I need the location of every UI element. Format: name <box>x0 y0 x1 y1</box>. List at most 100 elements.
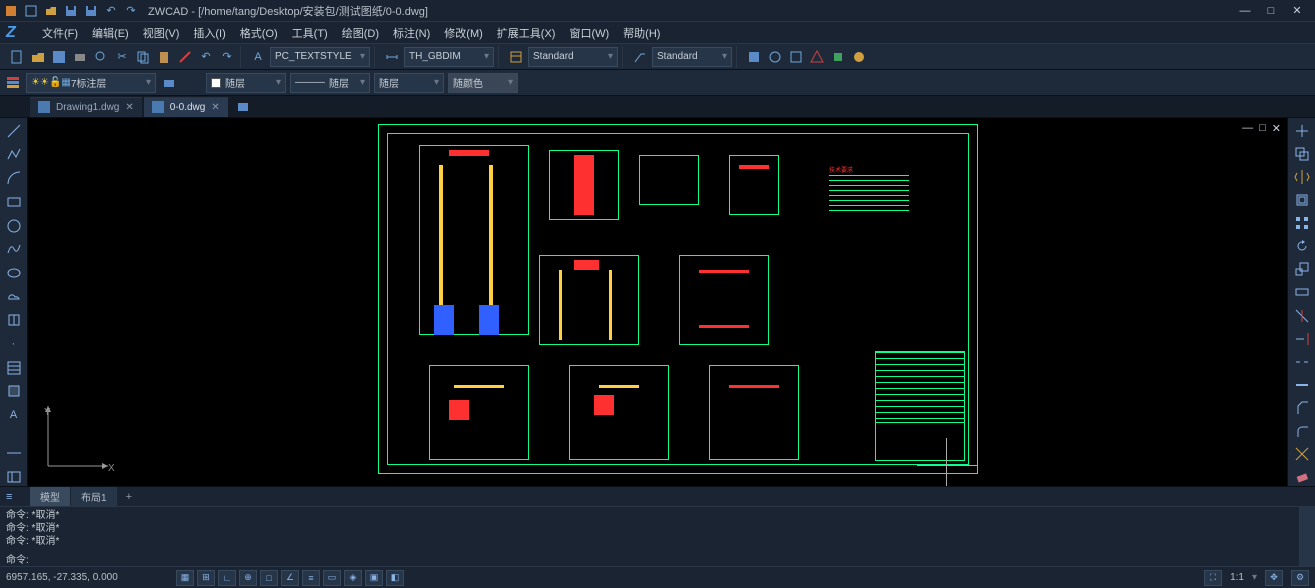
qp-toggle-icon[interactable]: ◧ <box>386 570 404 586</box>
preview-icon[interactable] <box>92 48 110 66</box>
polyline-tool-icon[interactable] <box>4 146 24 164</box>
menu-view[interactable]: 视图(V) <box>137 23 186 43</box>
copy-icon[interactable] <box>134 48 152 66</box>
lwt-toggle-icon[interactable]: ≡ <box>302 570 320 586</box>
match-icon[interactable] <box>176 48 194 66</box>
copy-tool-icon[interactable] <box>1292 145 1312 162</box>
tool-icon-5[interactable] <box>829 48 847 66</box>
array-tool-icon[interactable] <box>1292 215 1312 232</box>
grid-toggle-icon[interactable]: ▦ <box>176 570 194 586</box>
mirror-tool-icon[interactable] <box>1292 168 1312 185</box>
mleader-dropdown[interactable]: Standard▾ <box>652 47 732 67</box>
circle-tool-icon[interactable] <box>4 217 24 235</box>
ellipse-tool-icon[interactable] <box>4 264 24 282</box>
scale-label[interactable]: 1:1 <box>1230 572 1244 583</box>
menu-draw[interactable]: 绘图(D) <box>336 23 385 43</box>
layer-dropdown[interactable]: ☀☀🔓▦ 7标注层▾ <box>26 73 156 93</box>
command-scrollbar[interactable] <box>1299 507 1315 566</box>
menu-dimension[interactable]: 标注(N) <box>387 23 436 43</box>
redo-icon-2[interactable]: ↷ <box>218 48 236 66</box>
region-tool-icon[interactable] <box>4 382 24 400</box>
textstyle-dropdown[interactable]: PC_TEXTSTYLE▾ <box>270 47 370 67</box>
offset-tool-icon[interactable] <box>1292 191 1312 208</box>
hatch-tool-icon[interactable] <box>4 359 24 377</box>
dimstyle-icon[interactable] <box>383 48 401 66</box>
lineweight-dropdown[interactable]: 随层▾ <box>374 73 444 93</box>
layout-menu-icon[interactable]: ≡ <box>6 491 12 503</box>
model-tab[interactable]: 模型 <box>30 487 70 506</box>
save-icon[interactable] <box>64 4 78 18</box>
menu-help[interactable]: 帮助(H) <box>617 23 666 43</box>
maximize-button[interactable]: □ <box>1263 3 1279 19</box>
break-tool-icon[interactable] <box>1292 353 1312 370</box>
minimize-button[interactable]: — <box>1237 3 1253 19</box>
polar-toggle-icon[interactable]: ⊕ <box>239 570 257 586</box>
rotate-tool-icon[interactable] <box>1292 238 1312 255</box>
menu-file[interactable]: 文件(F) <box>36 23 84 43</box>
linetype-dropdown[interactable]: ———随层▾ <box>290 73 370 93</box>
chamfer-tool-icon[interactable] <box>1292 400 1312 417</box>
point-tool-icon[interactable]: · <box>4 335 24 353</box>
tool-icon-2[interactable] <box>766 48 784 66</box>
undo-icon-2[interactable]: ↶ <box>197 48 215 66</box>
close-tab-icon[interactable]: ✕ <box>211 102 219 113</box>
menu-window[interactable]: 窗口(W) <box>563 23 615 43</box>
annotation-visibility-icon[interactable]: ✥ <box>1265 570 1283 586</box>
xline-tool-icon[interactable] <box>4 445 24 463</box>
tablestyle-dropdown[interactable]: Standard▾ <box>528 47 618 67</box>
save-doc-icon[interactable] <box>50 48 68 66</box>
menu-tools[interactable]: 工具(T) <box>286 23 334 43</box>
trim-tool-icon[interactable] <box>1292 307 1312 324</box>
tool-icon-3[interactable] <box>787 48 805 66</box>
new-doc-icon[interactable] <box>8 48 26 66</box>
explode-tool-icon[interactable] <box>1292 446 1312 463</box>
command-input-row[interactable]: 命令: <box>0 550 1299 566</box>
extend-tool-icon[interactable] <box>1292 330 1312 347</box>
workspace-switch-icon[interactable]: ⚙ <box>1291 570 1309 586</box>
menu-edit[interactable]: 编辑(E) <box>86 23 135 43</box>
add-layout-icon[interactable]: + <box>118 489 140 505</box>
save-icon-2[interactable] <box>84 4 98 18</box>
dyn-toggle-icon[interactable]: ▭ <box>323 570 341 586</box>
plotstyle-dropdown[interactable]: 随颜色▾ <box>448 73 518 93</box>
close-tab-icon[interactable]: ✕ <box>125 102 133 113</box>
annotation-scale-icon[interactable]: ⛶ <box>1204 570 1222 586</box>
spline-tool-icon[interactable] <box>4 240 24 258</box>
ortho-toggle-icon[interactable]: ∟ <box>218 570 236 586</box>
join-tool-icon[interactable] <box>1292 376 1312 393</box>
rect-tool-icon[interactable] <box>4 193 24 211</box>
mleader-icon[interactable] <box>631 48 649 66</box>
scale-tool-icon[interactable] <box>1292 261 1312 278</box>
tool-icon-4[interactable] <box>808 48 826 66</box>
model-toggle-icon[interactable]: ▣ <box>365 570 383 586</box>
tool-icon-6[interactable] <box>850 48 868 66</box>
open-doc-icon[interactable] <box>29 48 47 66</box>
block-tool-icon[interactable] <box>4 311 24 329</box>
erase-tool-icon[interactable] <box>1292 469 1312 486</box>
viewport-close-icon[interactable]: ✕ <box>1272 122 1281 135</box>
doc-tab-drawing1[interactable]: Drawing1.dwg ✕ <box>30 97 142 117</box>
drawing-canvas[interactable]: — □ ✕ 技术要求 <box>28 118 1287 486</box>
textstyle-icon[interactable]: A <box>249 48 267 66</box>
stretch-tool-icon[interactable] <box>1292 284 1312 301</box>
text-tool-icon[interactable]: A <box>4 406 24 424</box>
move-tool-icon[interactable] <box>1292 122 1312 139</box>
paste-icon[interactable] <box>155 48 173 66</box>
snap-toggle-icon[interactable]: ⊞ <box>197 570 215 586</box>
close-button[interactable]: ✕ <box>1289 3 1305 19</box>
tablestyle-icon[interactable] <box>507 48 525 66</box>
new-icon[interactable] <box>24 4 38 18</box>
menu-insert[interactable]: 插入(I) <box>187 23 231 43</box>
dimstyle-dropdown[interactable]: TH_GBDIM▾ <box>404 47 494 67</box>
menu-format[interactable]: 格式(O) <box>234 23 284 43</box>
table-tool-icon[interactable] <box>4 468 24 486</box>
otrack-toggle-icon[interactable]: ∠ <box>281 570 299 586</box>
open-icon[interactable] <box>44 4 58 18</box>
redo-icon[interactable]: ↷ <box>124 4 138 18</box>
print-icon[interactable] <box>71 48 89 66</box>
tool-icon-1[interactable] <box>745 48 763 66</box>
arc-tool-icon[interactable] <box>4 169 24 187</box>
layout1-tab[interactable]: 布局1 <box>71 487 117 506</box>
cloud-tool-icon[interactable] <box>4 288 24 306</box>
menu-modify[interactable]: 修改(M) <box>438 23 489 43</box>
